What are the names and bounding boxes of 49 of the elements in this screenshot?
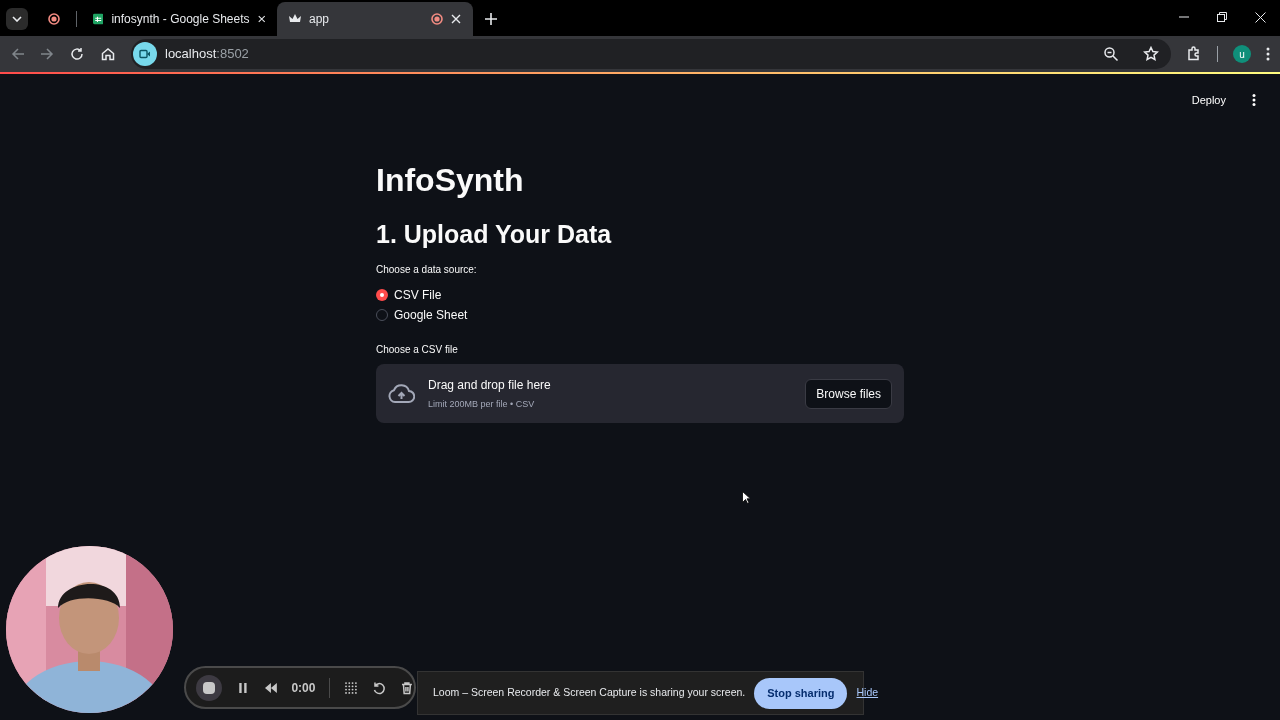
- radio-label: Google Sheet: [394, 307, 468, 324]
- field-label: Choose a CSV file: [376, 343, 458, 357]
- browser-tab[interactable]: app: [277, 2, 473, 36]
- menu-icon[interactable]: [1266, 47, 1270, 61]
- section-heading: 1. Upload Your Data: [376, 219, 612, 250]
- forward-arrow-icon[interactable]: [40, 47, 54, 61]
- tab-title: app: [309, 11, 331, 28]
- stop-sharing-button[interactable]: Stop sharing: [754, 677, 848, 709]
- mouse-cursor-icon: [742, 491, 750, 504]
- app-title: InfoSynth: [376, 161, 524, 200]
- limit-text: Limit 200MB per file • CSV: [428, 397, 536, 411]
- site-info-icon[interactable]: [133, 42, 157, 66]
- file-dropzone[interactable]: Drag and drop file here Limit 200MB per file • CSV Browse files: [376, 364, 904, 423]
- extensions-icon[interactable]: [1186, 46, 1202, 62]
- spreadsheet-icon: [93, 12, 104, 26]
- url-text: localhost:8502: [165, 45, 249, 64]
- drop-text: Drag and drop file here: [428, 376, 551, 394]
- hide-link[interactable]: Hide: [856, 685, 879, 701]
- close-icon[interactable]: [257, 14, 265, 24]
- restart-icon[interactable]: [372, 680, 387, 695]
- sharing-message: Loom – Screen Recorder & Screen Capture is sharing your screen.: [433, 685, 746, 701]
- restore-icon[interactable]: [1217, 12, 1227, 22]
- reload-icon[interactable]: [69, 46, 85, 62]
- trash-icon[interactable]: [400, 680, 414, 695]
- new-tab-icon[interactable]: [485, 13, 497, 25]
- profile-avatar[interactable]: u: [1233, 45, 1251, 63]
- star-icon[interactable]: [1143, 46, 1159, 62]
- rewind-icon[interactable]: [263, 681, 278, 694]
- deploy-button[interactable]: Deploy: [1191, 91, 1226, 109]
- more-options-icon[interactable]: [1252, 94, 1256, 106]
- browse-files-button[interactable]: Browse files: [805, 378, 892, 409]
- zoom-out-icon[interactable]: [1103, 46, 1119, 62]
- browser-tab[interactable]: infosynth - Google Sheets: [81, 2, 277, 36]
- tab-title: infosynth - Google Sheets: [111, 11, 250, 28]
- address-bar[interactable]: localhost:8502: [131, 39, 1171, 69]
- close-icon[interactable]: [1255, 11, 1266, 23]
- tab-search-button[interactable]: [6, 8, 28, 30]
- chevron-down-icon: [12, 16, 22, 22]
- close-icon[interactable]: [451, 14, 461, 24]
- home-icon[interactable]: [100, 46, 116, 62]
- grid-icon[interactable]: [344, 680, 359, 695]
- cloud-upload-icon: [388, 383, 415, 404]
- crown-icon: [289, 14, 301, 24]
- radio-label: CSV File: [394, 287, 442, 304]
- radio-button[interactable]: [376, 289, 388, 301]
- field-label: Choose a data source:: [376, 263, 477, 277]
- back-arrow-icon[interactable]: [11, 47, 25, 61]
- stop-button[interactable]: [196, 674, 222, 701]
- recording-timer: 0:00: [291, 679, 316, 697]
